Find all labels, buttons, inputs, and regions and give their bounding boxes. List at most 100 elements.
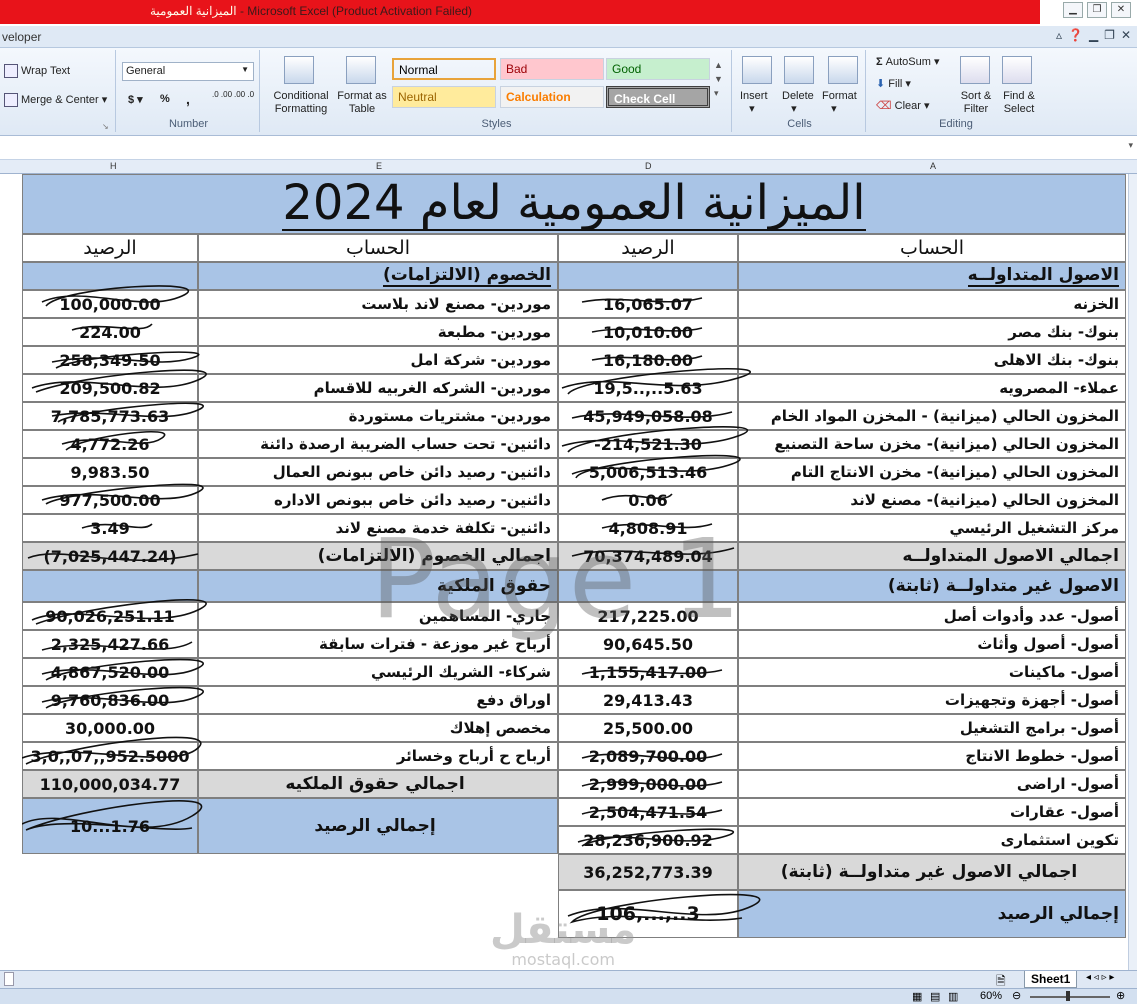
style-calculation[interactable]: Calculation [500,86,604,108]
sheet-tab-sheet1[interactable]: Sheet1 [1024,971,1078,988]
sheet-nav-arrows[interactable]: ◂ ◃ ▹ ▸ [1086,972,1114,983]
style-check-cell[interactable]: Check Cell [606,86,710,108]
row2-right-balance[interactable]: 25,500.00 [558,714,738,742]
row-left-balance[interactable]: 4,772.26 [22,430,198,458]
horizontal-scroll-left[interactable] [4,972,14,986]
row-right-account[interactable]: بنوك- بنك مصر [738,318,1126,346]
row-right-account[interactable]: المخزون الحالي (ميزانية)- مخزن الانتاج ا… [738,458,1126,486]
total-equity-label[interactable]: اجمالي حقوق الملكيه [198,770,558,798]
row2-right-account[interactable]: أصول- برامج التشغيل [738,714,1126,742]
land-account[interactable]: أصول- اراضى [738,770,1126,798]
section2-blank-left[interactable] [22,570,198,602]
row-left-account[interactable]: موردين- شركة امل [198,346,558,374]
row-left-balance[interactable]: 9,983.50 [22,458,198,486]
styles-scroll-icon[interactable]: ▲ ▼ ▾ [714,58,723,100]
column-header-h[interactable]: H [110,161,117,171]
row-left-balance[interactable]: 100,000.00 [22,290,198,318]
row-right-account[interactable]: المخزون الحالي (ميزانية)- مخزن ساحة التص… [738,430,1126,458]
delete-button[interactable]: Delete ▾ [782,90,814,115]
row2-left-balance[interactable]: 4,867,520.00 [22,658,198,686]
land-balance[interactable]: 2,999,000.00 [558,770,738,798]
row-left-account[interactable]: موردين- مصنع لاند بلاست [198,290,558,318]
row2-left-account[interactable]: مخصص إهلاك [198,714,558,742]
section-current-assets[interactable]: الاصول المتداولــه [738,262,1126,290]
view-page-break-icon[interactable]: ▥ [948,990,958,1003]
row-right-account[interactable]: المخزون الحالي (ميزانية) - المخزن المواد… [738,402,1126,430]
row-right-balance[interactable]: 45,949,058.08 [558,402,738,430]
zoom-slider-thumb[interactable] [1066,991,1070,1001]
zoom-in-icon[interactable]: ⊕ [1116,989,1125,1002]
ribbon-minimize-icon[interactable]: ▵ [1056,28,1062,42]
row2-right-balance[interactable]: 1,155,417.00 [558,658,738,686]
number-format-dropdown[interactable]: General ▼ [122,62,254,81]
row-right-account[interactable]: بنوك- بنك الاهلى [738,346,1126,374]
row-left-account[interactable]: دائنين- رصيد دائن خاص ببونص العمال [198,458,558,486]
realestate-account[interactable]: أصول- عقارات [738,798,1126,826]
currency-button[interactable]: $ ▾ [128,93,143,106]
row-left-balance[interactable]: 977,500.00 [22,486,198,514]
row-right-account[interactable]: مركز التشغيل الرئيسي [738,514,1126,542]
row2-left-balance[interactable]: 9,760,836.00 [22,686,198,714]
row-right-balance[interactable]: -214,521.30 [558,430,738,458]
row-right-balance[interactable]: 0.06 [558,486,738,514]
row2-left-balance[interactable]: 2,325,427.66 [22,630,198,658]
row-right-account[interactable]: عملاء- المصرويه [738,374,1126,402]
comma-button[interactable]: , [186,91,190,107]
style-neutral[interactable]: Neutral [392,86,496,108]
workbook-restore-icon[interactable]: ❐ [1104,28,1115,42]
header-balance-right[interactable]: الرصيد [558,234,738,262]
formula-bar[interactable]: ▾ [0,136,1137,160]
row2-right-balance[interactable]: 29,413.43 [558,686,738,714]
investment-account[interactable]: تكوين استثمارى [738,826,1126,854]
increase-decimal-button[interactable]: .0 .00 [212,90,232,99]
view-normal-icon[interactable]: ▦ [912,990,922,1003]
row-left-account[interactable]: دائنين- رصيد دائن خاص ببونص الاداره [198,486,558,514]
decrease-decimal-button[interactable]: .00 .0 [234,90,254,99]
row-left-account[interactable]: دائنين- تحت حساب الضريبة ارصدة دائنة [198,430,558,458]
grand-total-left-balance[interactable]: 10...1.76 [22,798,198,854]
view-page-layout-icon[interactable]: ▤ [930,990,940,1003]
column-header-a[interactable]: A [930,161,936,171]
row2-right-account[interactable]: أصول- خطوط الانتاج [738,742,1126,770]
row2-left-balance[interactable]: 90,026,251.11 [22,602,198,630]
section-blank-right[interactable] [558,262,738,290]
row-left-account[interactable]: موردين- الشركه الغربيه للاقسام [198,374,558,402]
workbook-minimize-icon[interactable]: ▁ [1089,28,1098,42]
close-button[interactable]: ✕ [1111,2,1131,18]
row-left-balance[interactable]: 224.00 [22,318,198,346]
grand-total-right-label[interactable]: إجمالي الرصيد [738,890,1126,938]
section-blank-left[interactable] [22,262,198,290]
restore-button[interactable]: ❐ [1087,2,1107,18]
row-right-balance[interactable]: 16,065.07 [558,290,738,318]
zoom-slider[interactable] [1030,996,1110,998]
autosum-button[interactable]: Σ AutoSum ▾ [876,55,940,68]
row2-left-account[interactable]: اوراق دفع [198,686,558,714]
section-liabilities[interactable]: الخصوم (الالتزامات) [198,262,558,290]
row-left-balance[interactable]: 258,349.50 [22,346,198,374]
zoom-level[interactable]: 60% [980,990,1002,1002]
workbook-close-icon[interactable]: ✕ [1121,28,1131,42]
section-fixed-assets[interactable]: الاصول غير متداولــة (ثابتة) [738,570,1126,602]
merge-center-button[interactable]: Merge & Center ▾ [4,93,107,108]
style-bad[interactable]: Bad [500,58,604,80]
grand-total-left-label[interactable]: إجمالي الرصيد [198,798,558,854]
row2-left-balance[interactable]: 3,0,,07,,952.5000 [22,742,198,770]
tab-developer[interactable]: veloper [2,30,41,44]
wrap-text-button[interactable]: Wrap Text [4,64,70,78]
format-button[interactable]: Format ▾ [822,90,857,115]
format-as-table-button[interactable]: Format as Table [336,90,388,116]
row2-right-account[interactable]: أصول- أصول وأثاث [738,630,1126,658]
row-left-balance[interactable]: 3.49 [22,514,198,542]
column-header-d[interactable]: D [645,161,652,171]
row-left-account[interactable]: موردين- مطبعة [198,318,558,346]
row2-right-account[interactable]: أصول- أجهزة وتجهيزات [738,686,1126,714]
row-left-balance[interactable]: 7,785,773.63 [22,402,198,430]
total-liabilities-balance[interactable]: (7,025,447.24) [22,542,198,570]
sheet-title-cell[interactable]: الميزانية العمومية لعام 2024 [22,174,1126,234]
row-right-balance[interactable]: 10,010.00 [558,318,738,346]
row-right-account[interactable]: الخزنه [738,290,1126,318]
column-header-e[interactable]: E [376,161,382,171]
row-right-balance[interactable]: 16,180.00 [558,346,738,374]
find-select-button[interactable]: Find & Select [998,90,1040,116]
clear-button[interactable]: ⌫ Clear ▾ [876,99,930,112]
